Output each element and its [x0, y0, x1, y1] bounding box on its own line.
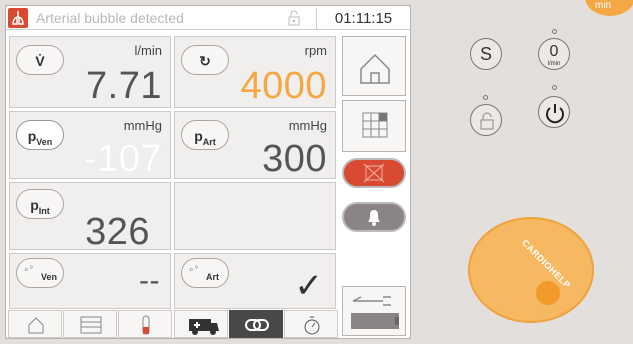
home-side-button[interactable] [342, 36, 406, 96]
bubble-art-button[interactable]: ∘° Art [181, 258, 229, 288]
bubble-art-sub: Art [206, 272, 219, 282]
zero-unit: l/min [547, 61, 561, 67]
speed-button[interactable]: ↻ [181, 45, 229, 75]
cardiohelp-disc: CARDIOHELP [468, 217, 594, 323]
pven-unit: mmHg [123, 118, 162, 133]
bubble-ven-sub: Ven [41, 272, 58, 282]
zero-indicator-dot [552, 29, 557, 34]
alarm-message: Arterial bubble detected [36, 10, 184, 26]
flow-button[interactable]: V̇ [16, 45, 64, 75]
tab-link[interactable] [229, 310, 283, 338]
bell-button[interactable] [342, 202, 406, 232]
tab-list[interactable] [63, 310, 117, 338]
mute-alarm-button[interactable] [342, 158, 406, 188]
pven-value: -107 [83, 138, 162, 180]
check-icon: ✓ [294, 267, 324, 305]
speed-unit: rpm [304, 43, 327, 58]
home-icon [360, 53, 390, 84]
flow-symbol: V̇ [35, 53, 45, 69]
s-hardware-button[interactable]: S [470, 38, 502, 70]
bottom-tab-bar [8, 310, 338, 338]
rotate-icon: ↻ [199, 53, 211, 69]
part-button[interactable]: pArt [181, 120, 229, 150]
connector-icon [351, 296, 399, 329]
test-tube-icon [142, 315, 150, 335]
status-bar: Arterial bubble detected 01:11:15 [6, 6, 410, 30]
grid-icon [362, 112, 388, 138]
bubble-ven-cell: ∘° Ven -- [9, 253, 171, 309]
empty-cell [174, 182, 336, 250]
zero-flow-button[interactable]: 0 l/min [538, 38, 570, 70]
bubble-art-cell: ∘° Art ✓ [174, 253, 336, 309]
lock-hardware-button[interactable] [470, 104, 502, 136]
bubble-ven-value: -- [139, 264, 160, 297]
flow-cell: V̇ l/min 7.71 [9, 36, 171, 108]
power-button[interactable] [538, 96, 570, 128]
speed-cell: ↻ rpm 4000 [174, 36, 336, 108]
flow-value: 7.71 [86, 65, 162, 107]
pven-button[interactable]: pVen [16, 120, 64, 150]
speed-value: 4000 [240, 65, 327, 107]
timer-icon [304, 316, 320, 335]
zero-label: 0 [549, 43, 559, 60]
link-icon [245, 319, 269, 331]
alarm-off-icon [363, 163, 385, 183]
pven-symbol: pVen [27, 128, 53, 147]
tab-transport[interactable] [174, 310, 228, 338]
home-icon [28, 317, 44, 334]
part-cell: pArt mmHg 300 [174, 111, 336, 180]
tab-tube[interactable] [118, 310, 172, 338]
bubbles-icon: ∘° [23, 265, 34, 276]
list-icon [80, 316, 102, 334]
connector-side-button[interactable] [342, 286, 406, 336]
part-value: 300 [262, 138, 327, 180]
s-label: S [479, 44, 492, 64]
pven-cell: pVen mmHg -107 [9, 111, 171, 180]
power-icon [546, 104, 564, 124]
lungs-alarm-icon[interactable] [8, 8, 28, 28]
tab-home[interactable] [8, 310, 62, 338]
tab-timer[interactable] [284, 310, 338, 338]
ambulance-icon [189, 319, 219, 335]
bell-icon [368, 210, 380, 226]
pint-cell: pInt 326 [9, 182, 171, 253]
part-unit: mmHg [288, 118, 327, 133]
clock: 01:11:15 [316, 8, 410, 30]
bubble-ven-button[interactable]: ∘° Ven [16, 258, 64, 288]
pint-value: 326 [85, 211, 150, 253]
lock-icon [480, 112, 494, 130]
power-indicator-dot [552, 85, 557, 90]
pint-symbol: pInt [30, 197, 50, 216]
bubbles-icon: ∘° [188, 265, 199, 276]
pint-button[interactable]: pInt [16, 189, 64, 219]
cardiohelp-knob[interactable] [536, 281, 560, 305]
part-symbol: pArt [194, 128, 216, 147]
device-screen: Arterial bubble detected 01:11:15 V̇ l/m… [5, 5, 411, 339]
grid-side-button[interactable] [342, 100, 406, 152]
lock-indicator-dot [483, 95, 488, 100]
flow-unit: l/min [134, 43, 162, 58]
lock-icon[interactable] [286, 10, 302, 26]
corner-indicator-label: min [595, 0, 612, 11]
